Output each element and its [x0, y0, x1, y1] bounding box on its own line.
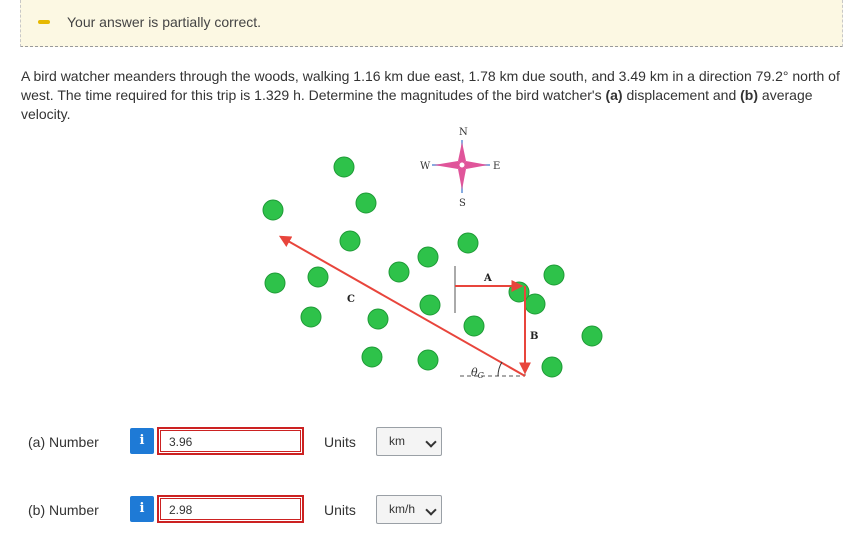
- answer-value-b[interactable]: 2.98: [160, 498, 301, 520]
- answer-value-a[interactable]: 3.96: [160, 430, 301, 452]
- answer-label-a: (a) Number: [28, 434, 99, 450]
- tree-icon: [355, 192, 377, 214]
- tree-icon: [524, 293, 546, 315]
- vector-c-arrow: [278, 235, 526, 377]
- units-select-value-b: km/h: [389, 502, 416, 516]
- tree-icon: [419, 294, 441, 316]
- info-icon[interactable]: i: [130, 428, 154, 454]
- tree-icon: [541, 356, 563, 378]
- chevron-down-icon: [425, 504, 437, 516]
- feedback-message: Your answer is partially correct.: [67, 14, 262, 30]
- trees: [262, 156, 603, 378]
- tree-icon: [361, 346, 383, 368]
- compass-north: N: [459, 127, 468, 138]
- part-b-marker: (b): [740, 87, 759, 103]
- compass-rose: N S E W: [420, 127, 500, 209]
- tree-icon: [463, 315, 485, 337]
- answer-label-b: (b) Number: [28, 502, 99, 518]
- problem-statement: A bird watcher meanders through the wood…: [21, 67, 847, 124]
- vector-c-label: C: [347, 294, 355, 305]
- angle-label: θC: [471, 366, 484, 380]
- compass-south: S: [459, 198, 466, 209]
- tree-icon: [388, 261, 410, 283]
- tree-icon: [300, 306, 322, 328]
- tree-icon: [581, 325, 603, 347]
- tree-icon: [417, 246, 439, 268]
- chevron-down-icon: [425, 436, 437, 448]
- info-icon[interactable]: i: [130, 496, 154, 522]
- tree-icon: [262, 199, 284, 221]
- tree-icon: [307, 266, 329, 288]
- units-select-a[interactable]: km: [376, 427, 442, 456]
- answer-row-a: (a) Number i 3.96 Units km: [0, 426, 853, 460]
- angle-arc: [497, 361, 503, 377]
- answer-input-a[interactable]: 3.96: [157, 427, 304, 455]
- answer-row-b: (b) Number i 2.98 Units km/h: [0, 494, 853, 528]
- units-select-value-a: km: [389, 434, 405, 448]
- tree-icon: [457, 232, 479, 254]
- tree-icon: [543, 264, 565, 286]
- tree-icon: [339, 230, 361, 252]
- angle-subscript: C: [478, 371, 484, 380]
- units-label-b: Units: [324, 502, 356, 518]
- vector-a-label: A: [483, 273, 492, 284]
- compass-east: E: [493, 161, 500, 172]
- part-a-marker: (a): [605, 87, 623, 103]
- compass-west: W: [420, 161, 431, 172]
- partial-correct-icon: [38, 20, 50, 24]
- feedback-banner: Your answer is partially correct.: [20, 0, 843, 47]
- vector-b-label: B: [530, 331, 538, 342]
- bird-watcher-diagram: N S E W A B C θC: [262, 127, 603, 380]
- answer-input-b[interactable]: 2.98: [157, 495, 304, 523]
- tree-icon: [333, 156, 355, 178]
- problem-text-2: displacement and: [622, 87, 741, 103]
- units-select-b[interactable]: km/h: [376, 495, 442, 524]
- units-label-a: Units: [324, 434, 356, 450]
- tree-icon: [417, 349, 439, 371]
- tree-icon: [367, 308, 389, 330]
- tree-icon: [264, 272, 286, 294]
